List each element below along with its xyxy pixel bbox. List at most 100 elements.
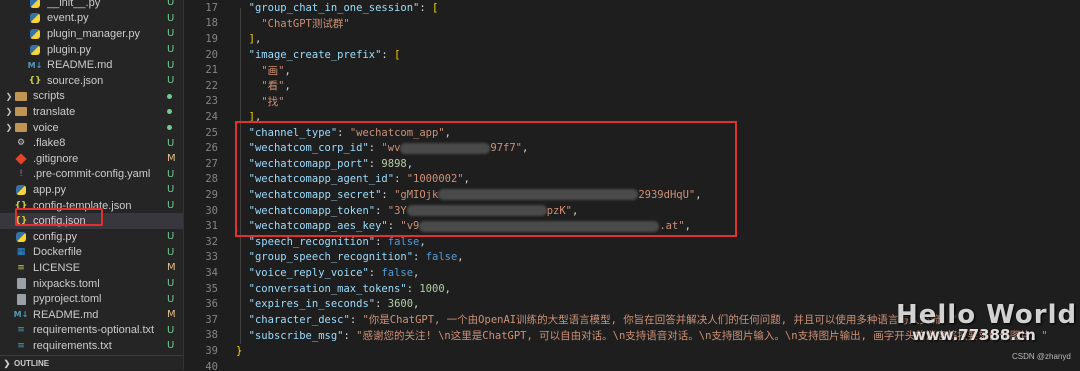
explorer-item-label: .pre-commit-config.yaml bbox=[33, 168, 151, 181]
git-status-badge: M bbox=[167, 262, 176, 274]
git-status-badge: U bbox=[167, 293, 175, 305]
code-line[interactable]: 17 "group_chat_in_one_session": [ bbox=[184, 0, 1080, 16]
code-line[interactable]: 18 "ChatGPT测试群" bbox=[184, 16, 1080, 32]
explorer-item[interactable]: ▦ Dockerfile U bbox=[0, 245, 183, 261]
explorer-item[interactable]: nixpacks.toml U bbox=[0, 276, 183, 292]
explorer-item[interactable]: ❯ translate bbox=[0, 104, 183, 120]
text-file-icon: ≡ bbox=[17, 325, 25, 336]
code-token: "speech_recognition" bbox=[248, 235, 376, 248]
explorer-item[interactable]: ≡ LICENSE M bbox=[0, 260, 183, 276]
code-token: [ bbox=[432, 1, 439, 14]
explorer-item-label: pyproject.toml bbox=[33, 293, 102, 306]
code-line[interactable]: 34 "voice_reply_voice": false, bbox=[184, 265, 1080, 281]
outline-section-header[interactable]: ❯ OUTLINE bbox=[0, 355, 183, 371]
explorer-item-label: config.py bbox=[33, 230, 78, 243]
code-token: "character_desc" bbox=[248, 314, 350, 327]
explorer-item[interactable]: app.py U bbox=[0, 182, 183, 198]
code-token: , bbox=[444, 282, 451, 295]
line-number: 31 bbox=[205, 220, 218, 233]
git-status-badge: U bbox=[167, 28, 175, 40]
line-number: 25 bbox=[205, 126, 218, 139]
explorer-item[interactable]: plugin_manager.py U bbox=[0, 26, 183, 42]
code-token: : bbox=[413, 251, 426, 264]
git-status-badge: U bbox=[167, 200, 175, 212]
git-status-badge bbox=[167, 91, 183, 102]
code-token: , bbox=[284, 64, 291, 77]
explorer-item[interactable]: event.py U bbox=[0, 11, 183, 27]
code-line[interactable]: 35 "conversation_max_tokens": 1000, bbox=[184, 281, 1080, 297]
line-number: 24 bbox=[205, 110, 218, 123]
line-number: 30 bbox=[205, 204, 218, 217]
line-number: 38 bbox=[205, 329, 218, 342]
explorer-item-label: app.py bbox=[33, 183, 67, 196]
explorer-item[interactable]: M↓ README.md U bbox=[0, 57, 183, 73]
line-number: 27 bbox=[205, 157, 218, 170]
code-token: , bbox=[413, 266, 420, 279]
code-line[interactable]: 20 "image_create_prefix": [ bbox=[184, 47, 1080, 63]
markdown-file-icon: M↓ bbox=[27, 60, 43, 70]
explorer-item[interactable]: ! .pre-commit-config.yaml U bbox=[0, 167, 183, 183]
code-token: "expires_in_seconds" bbox=[248, 298, 376, 311]
git-status-badge: U bbox=[167, 44, 175, 56]
code-token: "image_create_prefix" bbox=[248, 48, 382, 61]
explorer-item[interactable]: config.py U bbox=[0, 229, 183, 245]
line-number: 40 bbox=[205, 360, 218, 370]
code-token: : bbox=[406, 282, 420, 295]
git-status-badge: U bbox=[167, 231, 175, 243]
explorer-item[interactable]: {} source.json U bbox=[0, 73, 183, 89]
git-status-badge: U bbox=[167, 246, 175, 258]
code-token: , bbox=[419, 235, 426, 248]
folder-icon bbox=[14, 90, 28, 102]
code-token: : bbox=[381, 48, 395, 61]
gear-file-icon: ⚙ bbox=[16, 138, 26, 149]
code-line[interactable]: 23 "找" bbox=[184, 94, 1080, 110]
code-token: false bbox=[381, 266, 414, 279]
explorer-item-label: .gitignore bbox=[33, 152, 79, 165]
explorer-item[interactable]: ❯ voice bbox=[0, 120, 183, 136]
explorer-item[interactable]: plugin.py U bbox=[0, 42, 183, 58]
python-file-icon bbox=[28, 44, 42, 56]
git-status-badge: U bbox=[167, 340, 175, 352]
code-line[interactable]: 22 "看", bbox=[184, 78, 1080, 94]
folder-icon bbox=[14, 106, 28, 118]
chevron-right-icon[interactable]: ❯ bbox=[4, 107, 14, 116]
explorer-item[interactable]: ≡ requirements.txt U bbox=[0, 338, 183, 354]
code-content: "画", bbox=[236, 63, 291, 78]
code-token: : bbox=[368, 266, 382, 279]
code-line[interactable]: 39} bbox=[184, 343, 1080, 359]
chevron-right-icon[interactable]: ❯ bbox=[4, 92, 14, 101]
watermark-url: www.77388.cn bbox=[912, 326, 1036, 344]
line-number: 21 bbox=[205, 64, 218, 77]
chevron-right-icon[interactable]: ❯ bbox=[4, 123, 14, 132]
code-content: "speech_recognition": false, bbox=[236, 236, 426, 248]
line-number: 18 bbox=[205, 17, 218, 30]
code-token: [ bbox=[394, 48, 401, 61]
line-number: 34 bbox=[205, 266, 218, 279]
line-number: 36 bbox=[205, 298, 218, 311]
code-token: false bbox=[425, 251, 458, 264]
git-status-badge: U bbox=[167, 324, 175, 336]
code-token: 1000 bbox=[419, 282, 445, 295]
code-line[interactable]: 40 bbox=[184, 359, 1080, 370]
explorer-item[interactable]: .gitignore M bbox=[0, 151, 183, 167]
explorer-item[interactable]: pyproject.toml U bbox=[0, 291, 183, 307]
line-number: 17 bbox=[205, 1, 218, 14]
line-number: 20 bbox=[205, 48, 218, 61]
config-highlight-box bbox=[235, 121, 737, 237]
code-line[interactable]: 33 "group_speech_recognition": false, bbox=[184, 250, 1080, 266]
code-token: false bbox=[387, 235, 420, 248]
line-number: 33 bbox=[205, 251, 218, 264]
explorer-item[interactable]: M↓ README.md M bbox=[0, 307, 183, 323]
line-number: 35 bbox=[205, 282, 218, 295]
explorer-item[interactable]: ≡ requirements-optional.txt U bbox=[0, 323, 183, 339]
explorer-item[interactable]: __init__.py U bbox=[0, 0, 183, 11]
explorer-item-label: .flake8 bbox=[33, 137, 66, 150]
explorer-item[interactable]: ❯ scripts bbox=[0, 89, 183, 105]
explorer-item-label: translate bbox=[33, 105, 76, 118]
code-line[interactable]: 19 ], bbox=[184, 31, 1080, 47]
python-file-icon bbox=[28, 0, 42, 9]
code-line[interactable]: 21 "画", bbox=[184, 62, 1080, 78]
explorer-item[interactable]: ⚙ .flake8 U bbox=[0, 135, 183, 151]
code-token: : bbox=[419, 1, 432, 14]
code-content: "找" bbox=[236, 94, 284, 109]
